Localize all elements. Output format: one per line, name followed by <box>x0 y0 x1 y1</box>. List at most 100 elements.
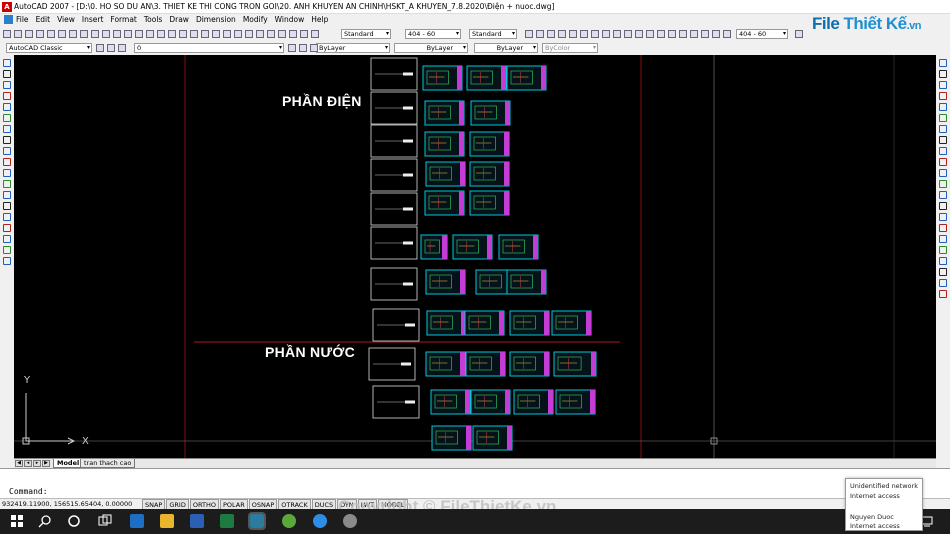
plotstyle-select[interactable]: ByColor <box>542 43 598 53</box>
menu-draw[interactable]: Draw <box>169 15 189 24</box>
linetype-select[interactable]: ByLayer <box>394 43 468 53</box>
modify-tool-1[interactable] <box>939 70 947 78</box>
standard-tool-button-25[interactable] <box>278 30 286 38</box>
standard-tool-button-22[interactable] <box>245 30 253 38</box>
draw-tool-15[interactable] <box>3 224 11 232</box>
standard-tool-button-9[interactable] <box>102 30 110 38</box>
standard-tool-button-5[interactable] <box>58 30 66 38</box>
word-icon[interactable] <box>190 514 204 528</box>
standard-tool-button-12[interactable] <box>135 30 143 38</box>
modify-tool-14[interactable] <box>939 213 947 221</box>
standard-tool-button-8[interactable] <box>91 30 99 38</box>
draw-tool-12[interactable] <box>3 191 11 199</box>
windows-start-icon[interactable] <box>10 514 24 528</box>
draw-tool-18[interactable] <box>3 257 11 265</box>
standard-tool-button-6[interactable] <box>69 30 77 38</box>
first-tab-button[interactable]: ◀ <box>15 460 23 467</box>
standard-tool-button-33[interactable] <box>569 30 577 38</box>
standard-tool-button-44[interactable] <box>690 30 698 38</box>
next-tab-button[interactable]: ▸ <box>33 460 41 467</box>
standard-tool-button-14[interactable] <box>157 30 165 38</box>
modify-tool-10[interactable] <box>939 169 947 177</box>
modify-tool-11[interactable] <box>939 180 947 188</box>
coordinate-readout[interactable]: 932419.11900, 156515.65404, 0.00000 <box>2 500 132 508</box>
standard-tool-button-31[interactable] <box>547 30 555 38</box>
standard-tool-button-40[interactable] <box>646 30 654 38</box>
draw-tool-4[interactable] <box>3 103 11 111</box>
standard-tool-button-30[interactable] <box>536 30 544 38</box>
standard-tool-button-24[interactable] <box>267 30 275 38</box>
modify-tool-6[interactable] <box>939 125 947 133</box>
standard-tool-button-38[interactable] <box>624 30 632 38</box>
layer-tool-button-2[interactable] <box>118 44 126 52</box>
standard-tool-button-28[interactable] <box>311 30 319 38</box>
edge-browser-icon[interactable] <box>130 514 144 528</box>
text-style-select[interactable]: Standard <box>341 29 391 39</box>
standard-tool-button-17[interactable] <box>190 30 198 38</box>
standard-tool-button-0[interactable] <box>3 30 11 38</box>
standard-tool-button-16[interactable] <box>179 30 187 38</box>
standard-tool-button-47[interactable] <box>723 30 731 38</box>
draw-tool-10[interactable] <box>3 169 11 177</box>
standard-tool-button-26[interactable] <box>289 30 297 38</box>
layer-tool-button-5[interactable] <box>310 44 318 52</box>
modify-tool-16[interactable] <box>939 235 947 243</box>
modify-tool-15[interactable] <box>939 224 947 232</box>
tab-layout-tran-thach-cao[interactable]: tran thach cao <box>80 459 136 468</box>
standard-tool-button-39[interactable] <box>635 30 643 38</box>
excel-icon[interactable] <box>220 514 234 528</box>
dim-style-select[interactable]: 404 - 60 <box>405 29 461 39</box>
draw-tool-7[interactable] <box>3 136 11 144</box>
standard-tool-button-41[interactable] <box>657 30 665 38</box>
draw-tool-17[interactable] <box>3 246 11 254</box>
autocad-app-icon[interactable]: A <box>2 2 12 12</box>
command-window[interactable]: Command: <box>0 468 950 498</box>
modify-tool-18[interactable] <box>939 257 947 265</box>
modify-tool-9[interactable] <box>939 158 947 166</box>
menu-modify[interactable]: Modify <box>243 15 268 24</box>
menu-edit[interactable]: Edit <box>36 15 51 24</box>
drawing-canvas[interactable]: PHẦN ĐIỆN PHẦN NƯỚC Y X <box>14 55 936 458</box>
standard-tool-button-35[interactable] <box>591 30 599 38</box>
draw-tool-5[interactable] <box>3 114 11 122</box>
layer-tool-button-0[interactable] <box>96 44 104 52</box>
modify-tool-2[interactable] <box>939 81 947 89</box>
standard-tool-button-11[interactable] <box>124 30 132 38</box>
modify-tool-21[interactable] <box>939 290 947 298</box>
draw-tool-8[interactable] <box>3 147 11 155</box>
modify-tool-20[interactable] <box>939 279 947 287</box>
menu-view[interactable]: View <box>57 15 75 24</box>
standard-tool-button-13[interactable] <box>146 30 154 38</box>
draw-tool-13[interactable] <box>3 202 11 210</box>
standard-tool-button-42[interactable] <box>668 30 676 38</box>
modify-tool-4[interactable] <box>939 103 947 111</box>
autocad-taskbar-icon[interactable] <box>248 512 266 530</box>
menu-format[interactable]: Format <box>110 15 136 24</box>
draw-tool-11[interactable] <box>3 180 11 188</box>
modify-tool-8[interactable] <box>939 147 947 155</box>
standard-tool-button-29[interactable] <box>525 30 533 38</box>
draw-tool-16[interactable] <box>3 235 11 243</box>
standard-tool-button-20[interactable] <box>223 30 231 38</box>
color-select[interactable]: ByLayer <box>316 43 390 53</box>
standard-tool-button-43[interactable] <box>679 30 687 38</box>
standard-tool-button-21[interactable] <box>234 30 242 38</box>
modify-tool-19[interactable] <box>939 268 947 276</box>
prev-tab-button[interactable]: ◂ <box>24 460 32 467</box>
menu-dimension[interactable]: Dimension <box>196 15 236 24</box>
modify-tool-0[interactable] <box>939 59 947 67</box>
standard-tool-button-45[interactable] <box>701 30 709 38</box>
standard-tool-button-3[interactable] <box>36 30 44 38</box>
standard-tool-button-15[interactable] <box>168 30 176 38</box>
standard-tool-button-1[interactable] <box>14 30 22 38</box>
modify-tool-13[interactable] <box>939 202 947 210</box>
document-icon[interactable] <box>4 15 13 24</box>
modify-tool-5[interactable] <box>939 114 947 122</box>
standard-tool-button-34[interactable] <box>580 30 588 38</box>
standard-tool-button-36[interactable] <box>602 30 610 38</box>
standard-tool-button-48[interactable] <box>795 30 803 38</box>
draw-tool-6[interactable] <box>3 125 11 133</box>
last-tab-button[interactable]: ▶ <box>42 460 50 467</box>
draw-tool-14[interactable] <box>3 213 11 221</box>
multileader-style-select[interactable]: 404 - 60 <box>736 29 788 39</box>
